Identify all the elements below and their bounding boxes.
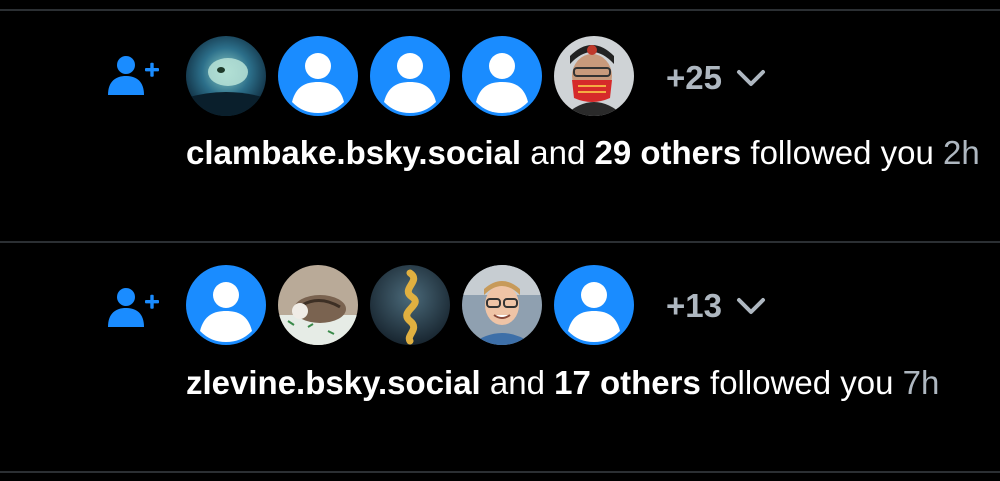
avatar[interactable]	[462, 36, 542, 116]
person-plus-icon	[106, 287, 162, 327]
chevron-down-icon	[736, 296, 766, 316]
notification-item[interactable]: +13 zlevine.bsky.social and 17 others fo…	[0, 243, 1000, 471]
expand-followers-button[interactable]: +13	[666, 287, 766, 325]
chevron-down-icon	[736, 68, 766, 88]
follower-avatars	[186, 36, 634, 116]
follower-handle-link[interactable]: zlevine.bsky.social	[186, 364, 481, 401]
others-link[interactable]: 17 others	[554, 364, 701, 401]
avatar[interactable]	[278, 36, 358, 116]
avatar[interactable]	[278, 265, 358, 345]
expand-followers-button[interactable]: +25	[666, 59, 766, 97]
follower-avatars	[186, 265, 634, 345]
notification-text: clambake.bsky.social and 29 others follo…	[186, 134, 980, 171]
person-plus-icon	[106, 55, 162, 95]
follower-handle-link[interactable]: clambake.bsky.social	[186, 134, 521, 171]
more-count: +13	[666, 287, 722, 324]
notification-text: zlevine.bsky.social and 17 others follow…	[186, 364, 940, 401]
avatar[interactable]	[554, 36, 634, 116]
timestamp: 7h	[902, 364, 940, 401]
notification-item[interactable]: +25 clambake.bsky.social and 29 others f…	[0, 11, 1000, 241]
timestamp: 2h	[943, 134, 980, 171]
avatar[interactable]	[186, 265, 266, 345]
avatar[interactable]	[462, 265, 542, 345]
avatar[interactable]	[554, 265, 634, 345]
avatar[interactable]	[370, 265, 450, 345]
avatar[interactable]	[370, 36, 450, 116]
divider	[0, 471, 1000, 473]
avatar[interactable]	[186, 36, 266, 116]
more-count: +25	[666, 59, 722, 96]
others-link[interactable]: 29 others	[595, 134, 742, 171]
